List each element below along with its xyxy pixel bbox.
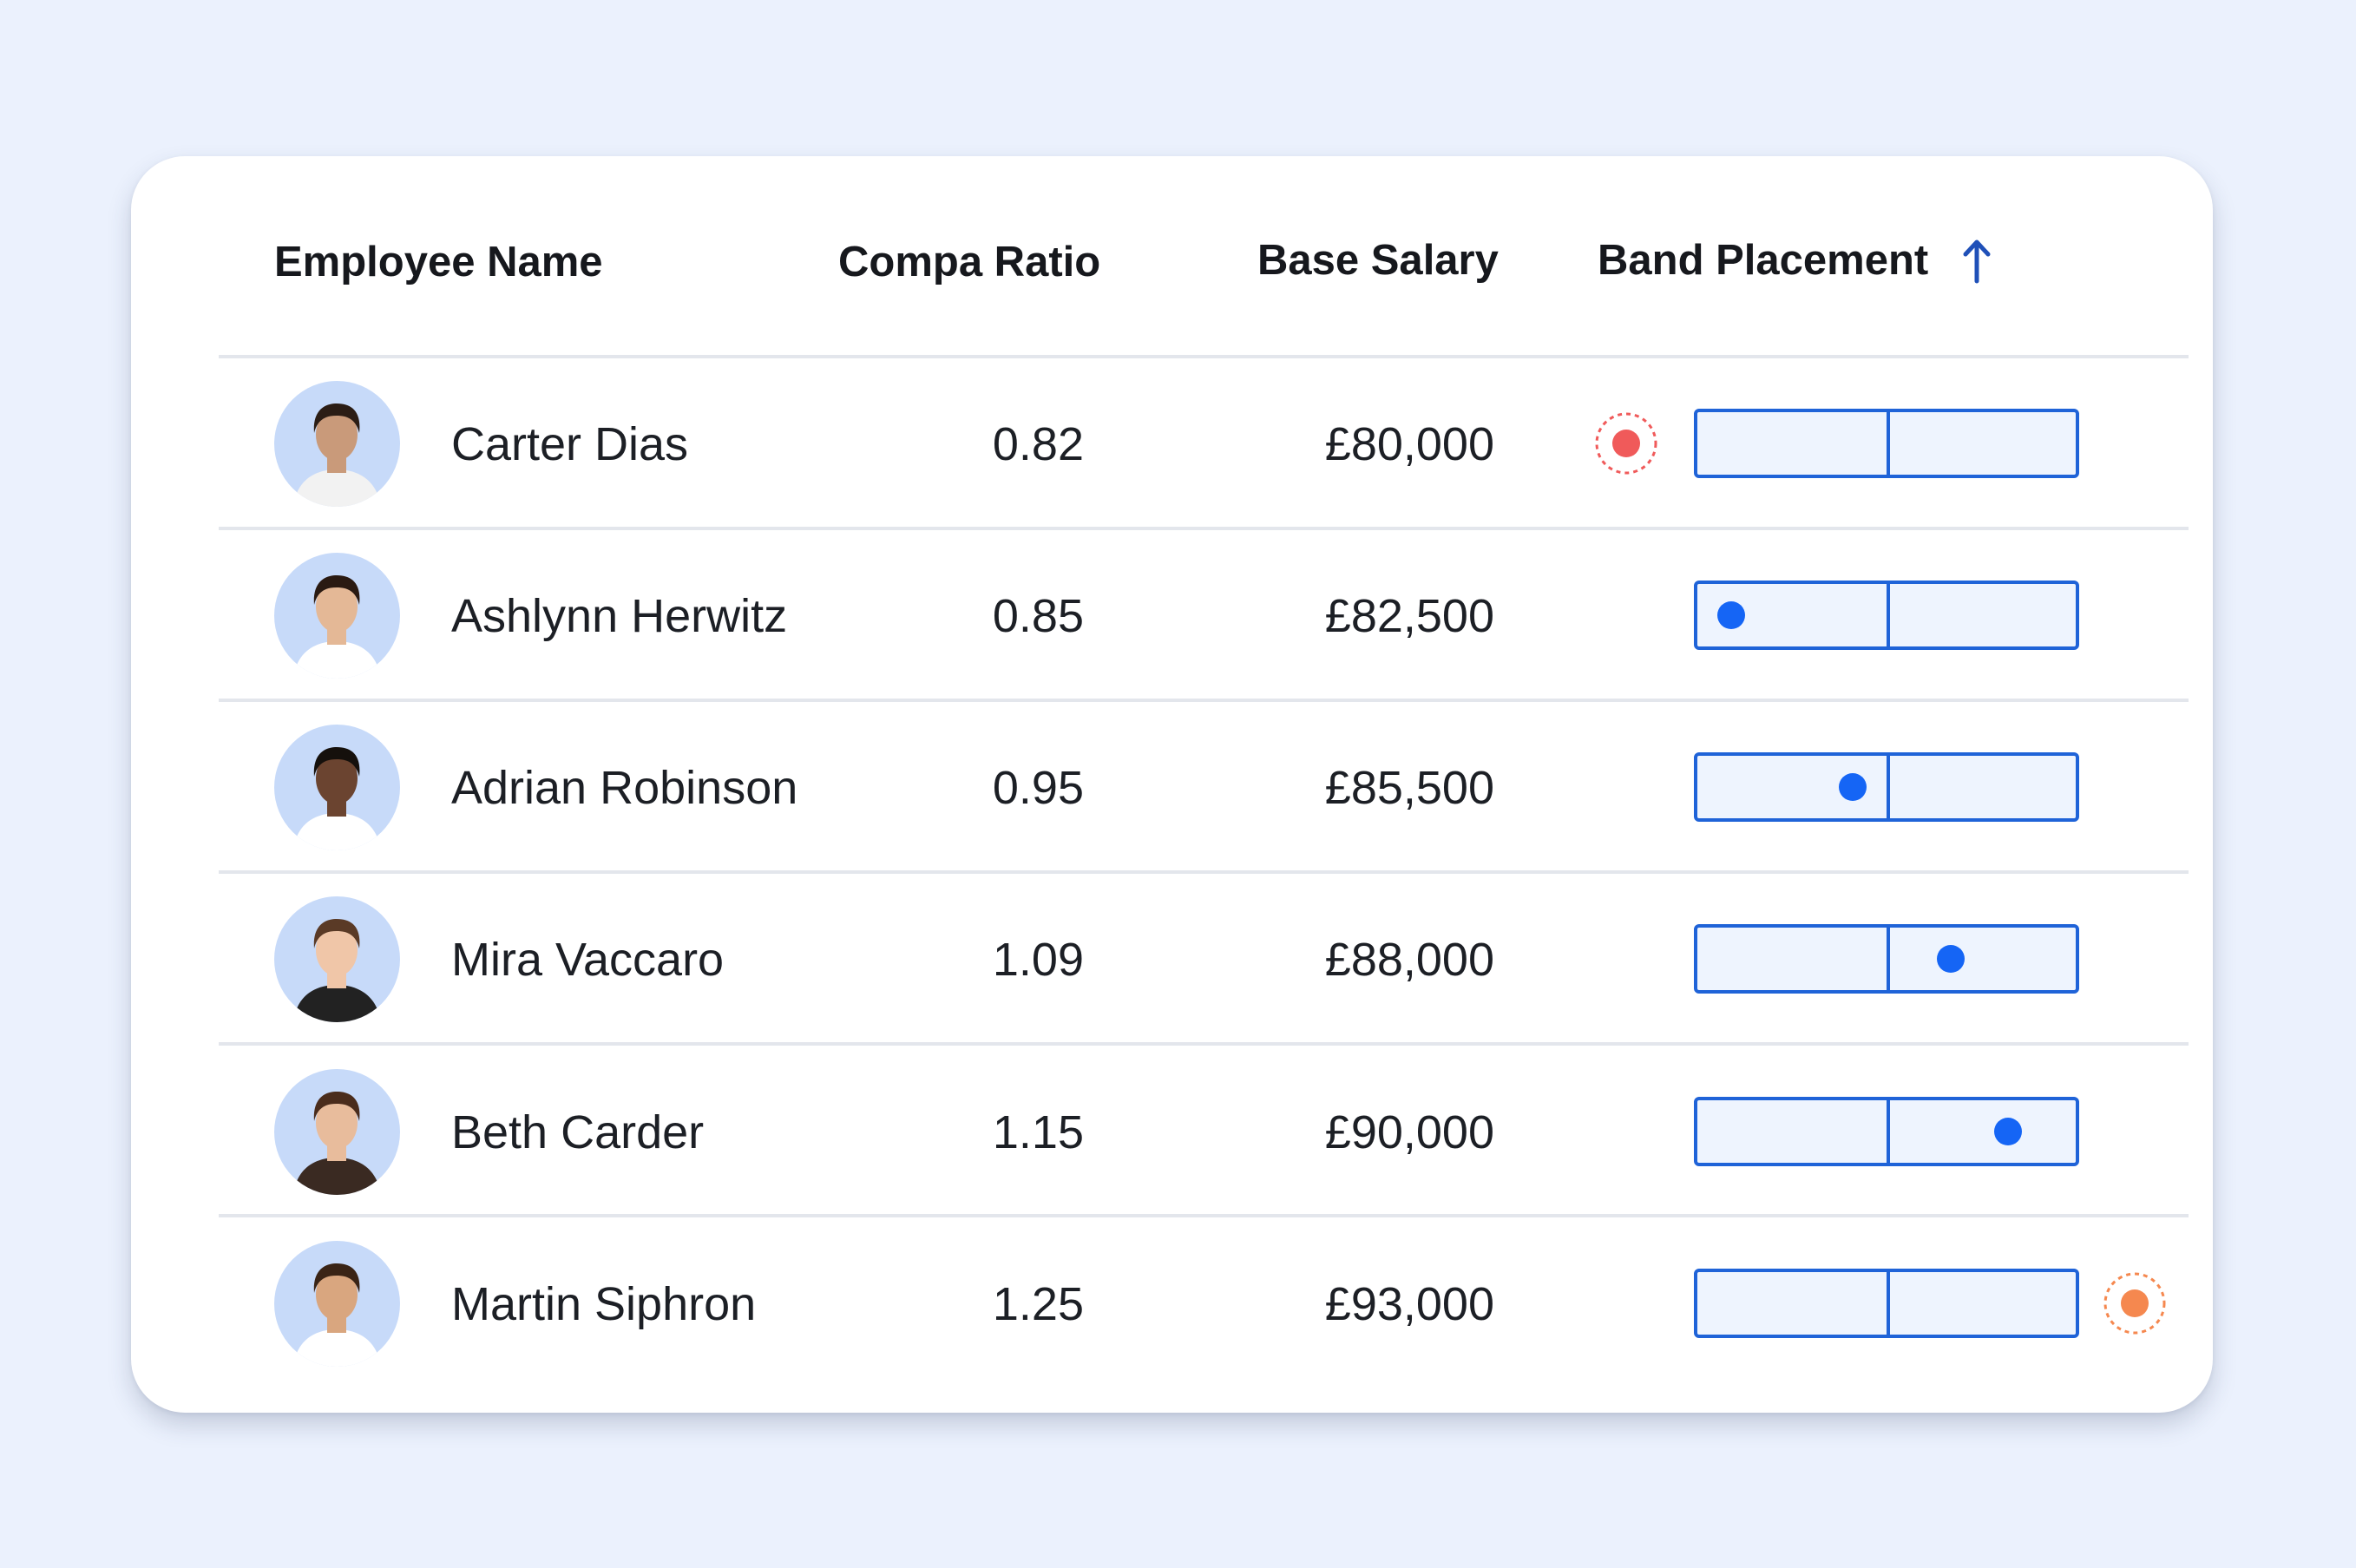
- row-divider: [219, 870, 2189, 874]
- band-midpoint: [1887, 756, 1890, 818]
- base-salary: £82,500: [1325, 593, 1494, 640]
- avatar: [274, 553, 400, 679]
- compa-ratio: 1.15: [993, 1109, 1084, 1156]
- compa-ratio: 0.95: [993, 764, 1084, 811]
- base-salary: £85,500: [1325, 764, 1494, 811]
- band-placement-bar: [1694, 1097, 2079, 1166]
- compa-ratio: 1.09: [993, 936, 1084, 983]
- header-band-placement[interactable]: Band Placement: [1598, 239, 1928, 282]
- header-employee-name[interactable]: Employee Name: [274, 241, 603, 284]
- employee-name[interactable]: Martin Siphron: [451, 1281, 756, 1328]
- compa-ratio: 1.25: [993, 1281, 1084, 1328]
- employee-name[interactable]: Adrian Robinson: [451, 764, 797, 811]
- row-divider: [219, 1214, 2189, 1217]
- below-band-marker: [1593, 410, 1659, 476]
- band-midpoint: [1887, 412, 1890, 475]
- header-base-salary[interactable]: Base Salary: [1257, 239, 1499, 282]
- band-midpoint: [1887, 584, 1890, 646]
- band-midpoint: [1887, 1100, 1890, 1163]
- avatar: [274, 1241, 400, 1367]
- band-placement-bar: [1694, 752, 2079, 822]
- base-salary: £88,000: [1325, 936, 1494, 983]
- header-compa-ratio[interactable]: Compa Ratio: [838, 241, 1100, 284]
- above-band-marker: [2102, 1270, 2168, 1336]
- employee-name[interactable]: Beth Carder: [451, 1109, 704, 1156]
- band-position-marker: [1994, 1118, 2022, 1145]
- base-salary: £80,000: [1325, 421, 1494, 468]
- avatar: [274, 725, 400, 850]
- row-divider: [219, 699, 2189, 702]
- employee-name[interactable]: Mira Vaccaro: [451, 936, 724, 983]
- band-placement-bar: [1694, 1269, 2079, 1338]
- base-salary: £93,000: [1325, 1281, 1494, 1328]
- arrow-up-icon[interactable]: [1959, 236, 1994, 285]
- band-placement-bar: [1694, 581, 2079, 650]
- band-placement-bar: [1694, 924, 2079, 994]
- avatar: [274, 896, 400, 1022]
- band-placement-bar: [1694, 409, 2079, 478]
- base-salary: £90,000: [1325, 1109, 1494, 1156]
- employee-name[interactable]: Ashlynn Herwitz: [451, 593, 787, 640]
- row-divider: [219, 1042, 2189, 1046]
- band-midpoint: [1887, 1272, 1890, 1335]
- avatar: [274, 1069, 400, 1195]
- employee-name[interactable]: Carter Dias: [451, 421, 688, 468]
- row-divider: [219, 355, 2189, 358]
- compa-ratio: 0.82: [993, 421, 1084, 468]
- band-position-marker: [1839, 773, 1867, 801]
- avatar: [274, 381, 400, 507]
- band-position-marker: [1937, 945, 1965, 973]
- band-midpoint: [1887, 928, 1890, 990]
- compa-ratio: 0.85: [993, 593, 1084, 640]
- band-position-marker: [1717, 601, 1745, 629]
- row-divider: [219, 527, 2189, 530]
